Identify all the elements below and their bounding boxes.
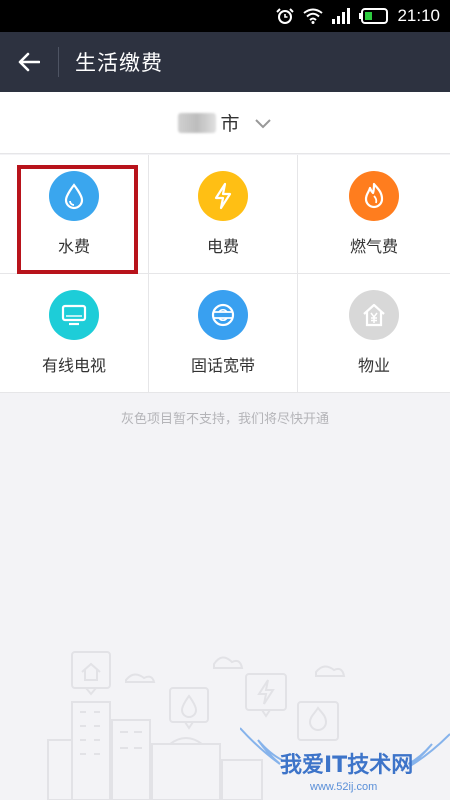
service-label: 物业 bbox=[357, 356, 390, 375]
watermark-url: www.52ij.com bbox=[309, 781, 377, 793]
title-bar: 生活缴费 bbox=[0, 32, 450, 92]
service-grid: 水费 电费 燃气费 有线电视 固话宽带 物业 bbox=[0, 155, 450, 393]
flame-icon bbox=[349, 171, 399, 221]
tv-icon bbox=[49, 290, 99, 340]
city-selector[interactable]: 市 bbox=[0, 92, 450, 154]
chevron-down-icon bbox=[254, 118, 271, 128]
service-label: 固话宽带 bbox=[190, 356, 255, 375]
broadband-icon bbox=[198, 290, 248, 340]
alarm-icon bbox=[276, 8, 295, 24]
service-label: 电费 bbox=[206, 237, 239, 256]
signal-icon bbox=[332, 8, 351, 24]
service-cable-tv[interactable]: 有线电视 bbox=[0, 274, 149, 393]
city-name-suffix: 市 bbox=[220, 113, 240, 135]
status-time: 21:10 bbox=[397, 6, 440, 25]
page-title: 生活缴费 bbox=[75, 51, 163, 75]
city-name-blurred bbox=[178, 112, 217, 133]
wifi-icon bbox=[303, 8, 324, 24]
lightning-icon bbox=[198, 171, 248, 221]
service-label: 燃气费 bbox=[349, 237, 398, 256]
site-watermark: 我爱IT技术网 www.52ij.com bbox=[240, 727, 450, 793]
highlight-box bbox=[17, 165, 138, 274]
title-divider bbox=[58, 47, 59, 77]
status-bar: 21:10 bbox=[0, 0, 450, 32]
back-button[interactable] bbox=[0, 32, 58, 92]
watermark-title: 我爱IT技术网 bbox=[280, 753, 413, 778]
service-gas[interactable]: 燃气费 bbox=[298, 155, 450, 274]
back-arrow-icon bbox=[18, 52, 40, 72]
property-house-icon bbox=[349, 290, 399, 340]
unsupported-note: 灰色项目暂不支持，我们将尽快开通 bbox=[120, 412, 329, 427]
battery-icon bbox=[359, 8, 389, 24]
service-property[interactable]: 物业 bbox=[298, 274, 450, 393]
service-label: 有线电视 bbox=[41, 356, 106, 375]
service-electricity[interactable]: 电费 bbox=[149, 155, 298, 274]
service-broadband[interactable]: 固话宽带 bbox=[149, 274, 298, 393]
